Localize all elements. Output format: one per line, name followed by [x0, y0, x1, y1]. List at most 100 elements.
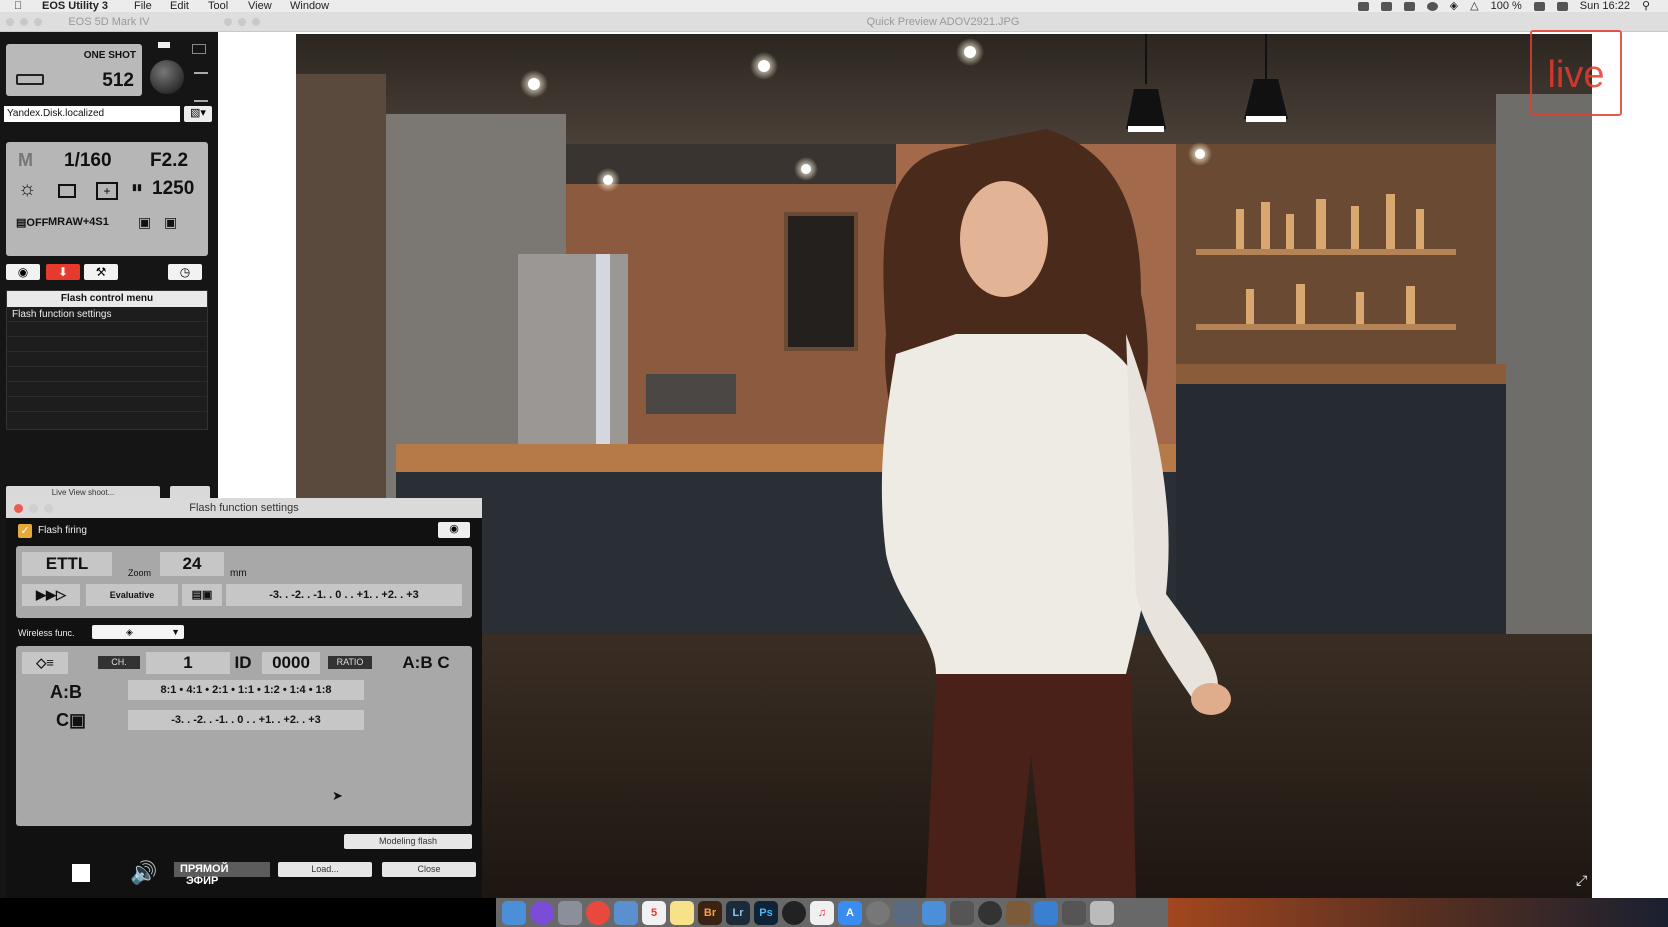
ffs-title: Flash function settings [189, 502, 299, 514]
zoom-dot[interactable] [252, 18, 260, 26]
destination-field[interactable]: Yandex.Disk.localized [4, 106, 180, 122]
folder-icon[interactable] [1062, 900, 1086, 925]
group-setting[interactable]: A:B C [388, 652, 464, 674]
trash-icon[interactable] [1090, 900, 1114, 925]
flash-firing-checkbox[interactable]: ✓ [18, 524, 32, 538]
clock[interactable]: Sun 16:22 [1580, 0, 1630, 12]
flash-mode-field[interactable]: ETTL [22, 552, 112, 576]
siri-icon[interactable] [530, 900, 554, 925]
main-dial-icon[interactable] [150, 60, 184, 94]
photos-icon[interactable] [894, 900, 918, 925]
ffs-titlebar[interactable]: Flash function settings [6, 498, 482, 518]
aperture[interactable]: F2.2 [150, 150, 188, 172]
status-app-icon[interactable] [1357, 1, 1369, 11]
tab-camera[interactable]: ◉ [6, 264, 40, 280]
itunes-icon[interactable]: ♫ [810, 900, 834, 925]
status-app-icon[interactable] [1380, 1, 1392, 11]
white-balance-icon[interactable]: ☼ [18, 178, 36, 201]
sync-mode-field[interactable]: ▶▶▷ [22, 584, 80, 606]
zoom-field[interactable]: 24 [160, 552, 224, 576]
display-icon[interactable] [192, 44, 206, 54]
list-item[interactable]: Flash function settings [7, 307, 207, 322]
flag-icon[interactable] [1556, 1, 1568, 11]
status-area: ◈ △ 100 % Sun 16:22 ⚲ [1357, 0, 1650, 12]
apple-icon[interactable]:  [14, 0, 22, 12]
finder-icon[interactable] [502, 900, 526, 925]
battery-text[interactable]: 100 % [1491, 0, 1522, 12]
image-quality[interactable]: MRAW+4S1 [48, 216, 109, 228]
menu-view[interactable]: View [248, 0, 272, 12]
modeling-flash-button[interactable]: Modeling flash [344, 834, 472, 849]
folder-icon[interactable] [1034, 900, 1058, 925]
wireless-mode-icon[interactable]: ◇≡ [22, 652, 68, 674]
quicktime-icon[interactable] [978, 900, 1002, 925]
menu-file[interactable]: File [134, 0, 152, 12]
chrome-icon[interactable] [586, 900, 610, 925]
system-preferences-icon[interactable] [866, 900, 890, 925]
drive-mode-icon[interactable]: ▣ [138, 214, 151, 231]
collapse-icon[interactable]: ⤢ [1576, 872, 1594, 890]
menu-app-name[interactable]: EOS Utility 3 [42, 0, 108, 12]
metering-field[interactable]: Evaluative [86, 584, 178, 606]
fec-scale[interactable]: -3. . -2. . -1. . 0 . . +1. . +2. . +3 [226, 584, 462, 606]
close-dot[interactable] [6, 18, 14, 26]
camera-window-titlebar[interactable]: EOS 5D Mark IV [0, 12, 218, 32]
af-point-icon[interactable]: + [96, 182, 118, 200]
camera-app-icon[interactable] [950, 900, 974, 925]
shoot-settings-icon[interactable]: ▣ [164, 214, 177, 231]
ratio-label[interactable]: RATIO [328, 656, 372, 669]
menu-window[interactable]: Window [290, 0, 329, 12]
zoom-dot[interactable] [34, 18, 42, 26]
tab-flash[interactable]: ⬇ [46, 264, 80, 280]
app-store-icon[interactable]: A [838, 900, 862, 925]
auto-lighting-icon[interactable]: ▤OFF [16, 216, 48, 229]
battery-icon[interactable] [1533, 1, 1545, 11]
load-button[interactable]: Load... [278, 862, 372, 877]
menu-tool[interactable]: Tool [208, 0, 228, 12]
mode-indicator[interactable]: M [18, 150, 33, 171]
id-label: ID [234, 653, 252, 672]
metering-icon[interactable] [58, 184, 76, 198]
channel-value[interactable]: 1 [146, 652, 230, 674]
camera-settings-button[interactable]: ▧▾ [184, 106, 212, 122]
airplay-icon[interactable]: △ [1470, 0, 1478, 12]
wifi-icon[interactable]: ◈ [1450, 0, 1458, 12]
status-app-icon[interactable] [1403, 1, 1415, 11]
zoom-dot[interactable] [44, 504, 53, 513]
lightroom-icon[interactable]: Lr [726, 900, 750, 925]
camera-icon-button[interactable]: ◉ [438, 522, 470, 538]
minimize-dot[interactable] [20, 18, 28, 26]
photoshop-icon[interactable]: Ps [754, 900, 778, 925]
minimize-dot[interactable] [238, 18, 246, 26]
preview-icon[interactable] [614, 900, 638, 925]
notes-icon[interactable] [670, 900, 694, 925]
c-label-text: C [56, 710, 69, 730]
close-dot[interactable] [14, 504, 23, 513]
tab-timer[interactable]: ◷ [168, 264, 202, 280]
list-item [7, 337, 207, 352]
close-button[interactable]: Close [382, 862, 476, 877]
wireless-select[interactable]: ◈ ▼ [92, 625, 184, 639]
id-value[interactable]: 0000 [262, 652, 320, 674]
menu-lines-icon[interactable] [194, 72, 208, 102]
bridge-icon[interactable]: Br [698, 900, 722, 925]
search-icon[interactable]: ⚲ [1642, 0, 1650, 12]
minimize-dot[interactable] [29, 504, 38, 513]
eos-utility-icon[interactable] [782, 900, 806, 925]
preview-window-titlebar[interactable]: Quick Preview ADOV2921.JPG [218, 12, 1668, 32]
ab-ratio-scale[interactable]: 8:1 • 4:1 • 2:1 • 1:1 • 1:2 • 1:4 • 1:8 [128, 680, 364, 700]
time-machine-icon[interactable] [1426, 1, 1438, 11]
tab-tools[interactable]: ⚒ [84, 264, 118, 280]
launchpad-icon[interactable] [558, 900, 582, 925]
speaker-icon[interactable]: 🔊 [130, 860, 157, 886]
c-fec-scale[interactable]: -3. . -2. . -1. . 0 . . +1. . +2. . +3 [128, 710, 364, 730]
shutter-speed[interactable]: 1/160 [64, 150, 112, 172]
folder-icon[interactable] [1006, 900, 1030, 925]
keynote-icon[interactable] [922, 900, 946, 925]
menu-edit[interactable]: Edit [170, 0, 189, 12]
calendar-icon[interactable]: 5 [642, 900, 666, 925]
stop-icon[interactable] [72, 864, 90, 882]
close-dot[interactable] [224, 18, 232, 26]
iso-value[interactable]: 1250 [152, 178, 194, 200]
live-view-icon[interactable] [158, 42, 170, 48]
